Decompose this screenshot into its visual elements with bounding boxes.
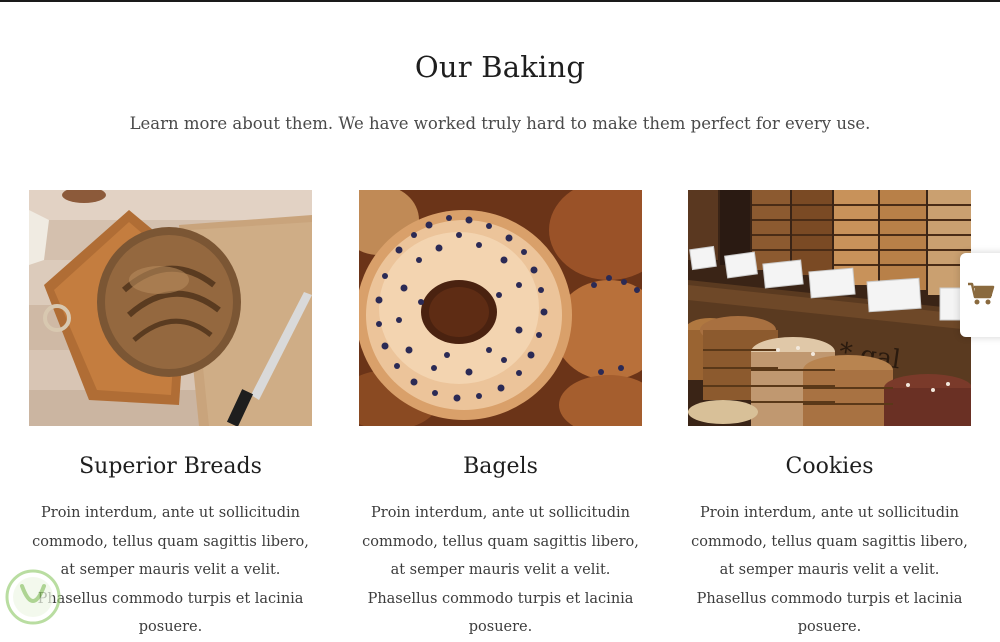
card-title: Bagels [463,454,538,479]
cart-icon [968,282,995,305]
card-title: Cookies [785,454,874,479]
watermark-logo [4,568,62,626]
card-title: Superior Breads [79,454,262,479]
section-subtitle: Learn more about them. We have worked tr… [129,114,871,133]
card-description: Proin interdum, ante ut sollicitudin com… [32,505,309,635]
card-description: Proin interdum, ante ut sollicitudin com… [362,505,639,635]
cookie-display-image: * gal [688,190,971,426]
card-bagels: Bagels Proin interdum, ante ut sollicitu… [359,190,642,642]
watermark-logo-icon [5,569,61,625]
card-superior-breads: Superior Breads Proin interdum, ante ut … [29,190,312,642]
bread-on-cutting-board-image [29,190,312,426]
card-cookies: * gal Cookies Proin interdum, ante ut so… [688,190,971,642]
cart-button[interactable] [960,253,1000,337]
poppy-seed-bagel-image [359,190,642,426]
section-title: Our Baking [414,50,586,84]
our-baking-section: Our Baking Learn more about them. We hav… [0,0,1000,635]
card-description: Proin interdum, ante ut sollicitudin com… [691,505,968,635]
